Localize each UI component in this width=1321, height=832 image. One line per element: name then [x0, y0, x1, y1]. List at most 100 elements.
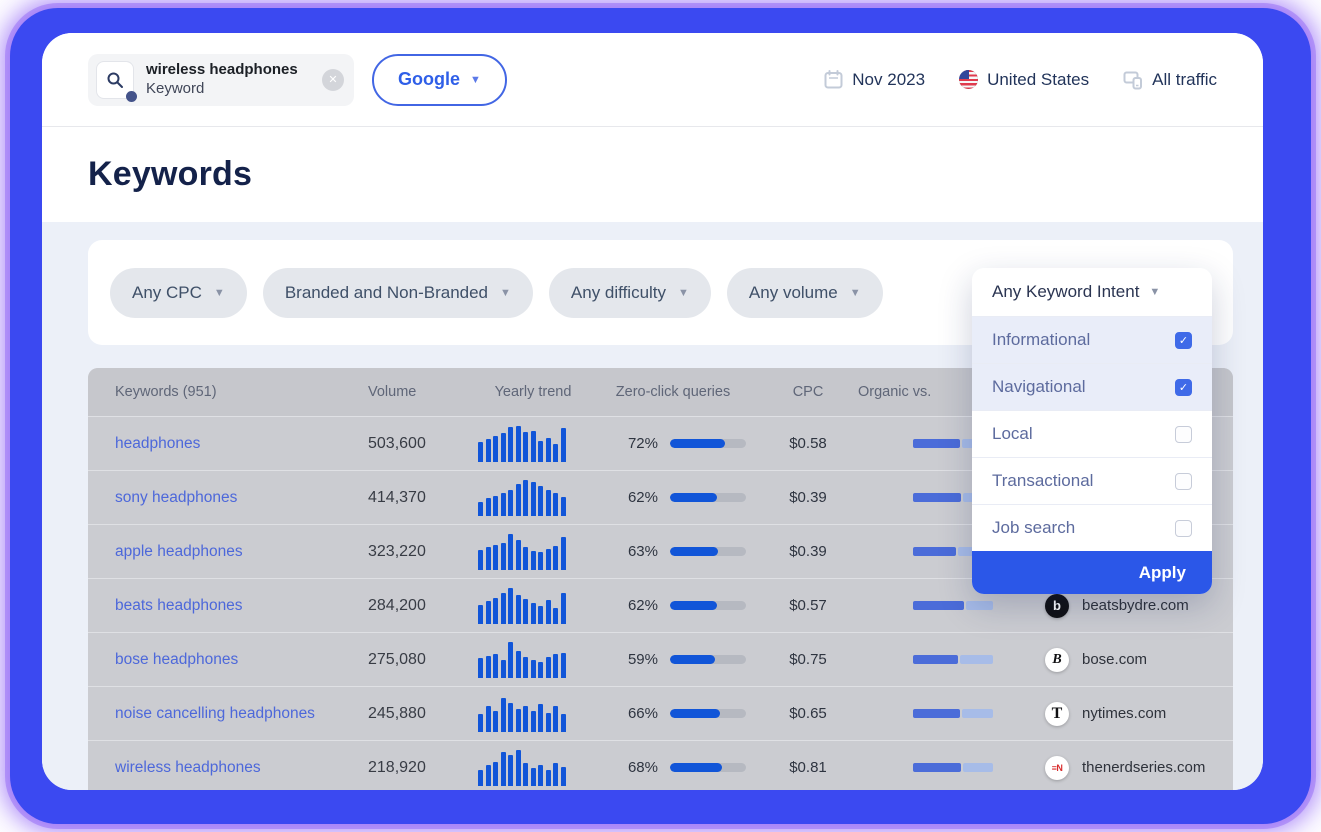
trend-bar — [546, 657, 551, 678]
keyword-link[interactable]: apple headphones — [115, 543, 243, 560]
trend-bar — [486, 498, 491, 515]
filter-any-difficulty[interactable]: Any difficulty▼ — [549, 268, 711, 318]
trend-bar — [553, 444, 558, 462]
organic-segment — [913, 763, 961, 772]
clear-search-icon[interactable]: ✕ — [322, 69, 344, 91]
trend-bar — [486, 601, 491, 623]
intent-option-local[interactable]: Local — [972, 410, 1212, 457]
column-header-2[interactable]: Yearly trend — [478, 384, 588, 400]
trend-bar — [531, 551, 536, 570]
domain-link[interactable]: thenerdseries.com — [1082, 759, 1205, 776]
volume-cell: 323,220 — [368, 543, 478, 561]
trend-bar — [546, 438, 551, 461]
zero-click-percent: 68% — [618, 759, 658, 776]
page-title: Keywords — [88, 155, 252, 194]
trend-bar — [553, 608, 558, 623]
organic-vs-paid-cell — [858, 655, 1018, 664]
column-header-4[interactable]: CPC — [758, 384, 858, 400]
trend-bar — [561, 714, 566, 731]
filter-any-volume[interactable]: Any volume▼ — [727, 268, 883, 318]
keyword-intent-trigger[interactable]: Any Keyword Intent ▼ — [972, 268, 1212, 316]
keyword-search-field[interactable]: wireless headphones Keyword ✕ — [88, 54, 354, 106]
trend-bar — [516, 750, 521, 786]
keyword-link[interactable]: bose headphones — [115, 651, 238, 668]
checkbox-unchecked-icon[interactable] — [1175, 473, 1192, 490]
intent-option-informational[interactable]: Informational✓ — [972, 316, 1212, 363]
trend-bar — [553, 654, 558, 677]
apply-button[interactable]: Apply — [972, 551, 1212, 594]
zero-click-bar-fill — [670, 655, 715, 664]
chevron-down-icon: ▼ — [850, 287, 861, 299]
intent-option-label: Local — [992, 424, 1033, 444]
organic-vs-paid-bar — [913, 655, 993, 664]
trend-bar — [516, 709, 521, 731]
intent-option-job-search[interactable]: Job search — [972, 504, 1212, 551]
organic-segment — [913, 601, 964, 610]
filter-any-cpc[interactable]: Any CPC▼ — [110, 268, 247, 318]
filter-branded[interactable]: Branded and Non-Branded▼ — [263, 268, 533, 318]
keyword-link[interactable]: noise cancelling headphones — [115, 705, 315, 722]
yearly-trend-chart — [478, 750, 570, 786]
search-engine-dropdown[interactable]: Google ▼ — [372, 54, 507, 106]
trend-bar — [493, 436, 498, 461]
checkbox-checked-icon[interactable]: ✓ — [1175, 379, 1192, 396]
keyword-link[interactable]: wireless headphones — [115, 759, 261, 776]
volume-cell: 284,200 — [368, 597, 478, 615]
column-header-0[interactable]: Keywords (951) — [115, 384, 368, 400]
column-header-1[interactable]: Volume — [368, 384, 478, 400]
region-selector[interactable]: United States — [959, 70, 1089, 90]
date-selector[interactable]: Nov 2023 — [824, 70, 925, 90]
zero-click-bar-fill — [670, 493, 717, 502]
zero-click-bar — [670, 493, 746, 502]
beats-favicon-icon: b — [1045, 594, 1069, 618]
intent-option-label: Transactional — [992, 471, 1093, 491]
keyword-cell: apple headphones — [115, 543, 368, 561]
keyword-link[interactable]: headphones — [115, 435, 200, 452]
organic-vs-paid-cell — [858, 763, 1018, 772]
keyword-link[interactable]: beats headphones — [115, 597, 243, 614]
yearly-trend-chart — [478, 480, 570, 516]
domain-link[interactable]: bose.com — [1082, 651, 1147, 668]
trend-bar — [553, 706, 558, 732]
us-flag-icon — [959, 70, 978, 89]
table-row: bose headphones275,08059%$0.75Bbose.com — [88, 632, 1233, 686]
trend-cell — [478, 480, 588, 516]
keyword-cell: beats headphones — [115, 597, 368, 615]
checkbox-checked-icon[interactable]: ✓ — [1175, 332, 1192, 349]
domain-link[interactable]: nytimes.com — [1082, 705, 1166, 722]
keyword-cell: noise cancelling headphones — [115, 705, 368, 723]
keyword-intent-dropdown: Any Keyword Intent ▼ Informational✓Navig… — [972, 268, 1212, 594]
checkbox-unchecked-icon[interactable] — [1175, 426, 1192, 443]
organic-segment — [913, 493, 961, 502]
trend-bar — [478, 714, 483, 731]
trend-bar — [538, 606, 543, 623]
cpc-cell: $0.81 — [758, 759, 858, 776]
zero-click-bar-fill — [670, 547, 718, 556]
traffic-selector[interactable]: All traffic — [1123, 70, 1217, 90]
trend-bar — [516, 426, 521, 462]
intent-option-navigational[interactable]: Navigational✓ — [972, 363, 1212, 410]
trend-bar — [531, 711, 536, 732]
organic-vs-paid-cell — [858, 709, 1018, 718]
trend-cell — [478, 426, 588, 462]
intent-option-transactional[interactable]: Transactional — [972, 457, 1212, 504]
keyword-cell: headphones — [115, 435, 368, 453]
column-header-3[interactable]: Zero-click queries — [588, 384, 758, 400]
search-icon-box — [96, 61, 134, 99]
trend-bar — [501, 698, 506, 731]
trend-bar — [486, 765, 491, 786]
trend-bar — [553, 546, 558, 570]
domain-link[interactable]: beatsbydre.com — [1082, 597, 1189, 614]
checkbox-unchecked-icon[interactable] — [1175, 520, 1192, 537]
calendar-icon — [824, 70, 843, 89]
trend-bar — [493, 711, 498, 732]
trend-bar — [523, 763, 528, 785]
apply-label: Apply — [1139, 563, 1186, 583]
trend-bar — [523, 706, 528, 732]
region-label: United States — [987, 70, 1089, 90]
zero-click-bar — [670, 655, 746, 664]
trend-bar — [531, 603, 536, 623]
zero-click-bar — [670, 601, 746, 610]
zero-click-cell: 62% — [588, 597, 758, 614]
keyword-link[interactable]: sony headphones — [115, 489, 237, 506]
